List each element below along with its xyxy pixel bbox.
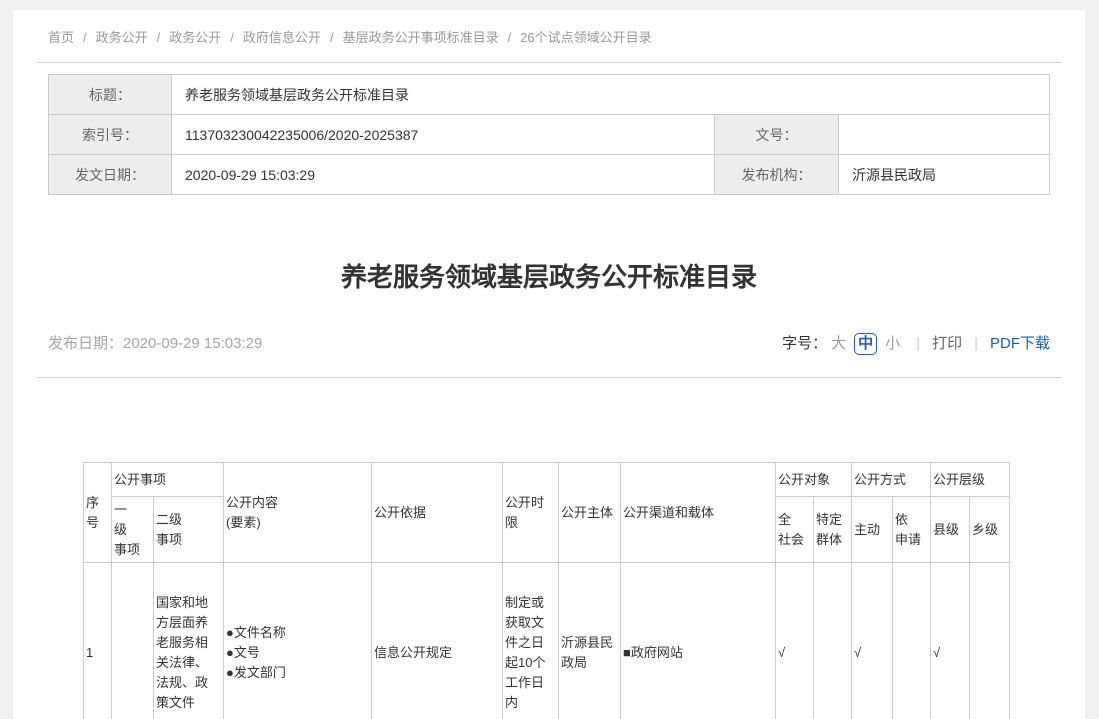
breadcrumb: 首页 / 政务公开 / 政务公开 / 政府信息公开 / 基层政务公开事项标准目录 / 26个试点领域… [48,28,1050,48]
publish-toolbar-row: 发布日期：2020-09-29 15:03:29 字号： 大 中 小 | 打印 … [48,332,1050,356]
header-level1: 一 级 事项 [112,497,154,563]
print-button[interactable]: 打印 [932,332,962,356]
cell-level-town-check [970,563,1010,719]
cell-level2: 国家和地 方层面养 老服务相 关法律、 法规、政 策文件 [154,563,224,719]
font-size-medium-button[interactable]: 中 [854,333,877,355]
header-target-all: 全 社会 [776,497,814,563]
header-subject: 公开主体 [559,463,621,563]
header-seq: 序 号 [84,463,112,563]
publish-date-label: 发布日期： [48,335,123,352]
document-meta-table: 标题： 养老服务领域基层政务公开标准目录 索引号： 11370323004223… [48,74,1050,195]
catalog-data-row: 1 国家和地 方层面养 老服务相 关法律、 法规、政 策文件 ●文件名称 ●文号… [84,563,1010,719]
header-time-limit: 公开时 限 [503,463,559,563]
breadcrumb-separator: / [508,30,512,45]
meta-row-date: 发文日期： 2020-09-29 15:03:29 发布机构： 沂源县民政局 [49,155,1050,195]
publish-date-value: 2020-09-29 15:03:29 [123,335,262,352]
header-basis: 公开依据 [372,463,503,563]
header-method-group: 公开方式 [852,463,931,497]
page-title: 养老服务领域基层政务公开标准目录 [48,259,1050,295]
meta-index-label: 索引号： [49,115,172,155]
header-content: 公开内容 (要素) [224,463,372,563]
cell-basis: 信息公开规定 [372,563,503,719]
toolbar-divider: | [974,332,978,356]
cell-time-limit: 制定或 获取文 件之日 起10个 工作日 内 [503,563,559,719]
header-level-group: 公开层级 [931,463,1010,497]
cell-target-specific-check [814,563,852,719]
pdf-download-link[interactable]: PDF下载 [990,332,1050,356]
cell-subject: 沂源县民 政局 [559,563,621,719]
meta-issue-date-label: 发文日期： [49,155,172,195]
cell-target-all-check: √ [776,563,814,719]
meta-index-value: 113703230042235006/2020-2025387 [172,115,715,155]
breadcrumb-zhengwu-1[interactable]: 政务公开 [96,30,148,45]
content-card: 首页 / 政务公开 / 政务公开 / 政府信息公开 / 基层政务公开事项标准目录 / 26个试点领域… [13,10,1085,719]
header-method-request: 依 申请 [893,497,931,563]
cell-method-request-check [893,563,931,719]
meta-publisher-value: 沂源县民政局 [838,155,1049,195]
meta-issue-date-value: 2020-09-29 15:03:29 [172,155,715,195]
header-channel: 公开渠道和载体 [621,463,776,563]
meta-docno-label: 文号： [714,115,838,155]
font-size-large-button[interactable]: 大 [831,332,846,356]
publish-date: 发布日期：2020-09-29 15:03:29 [48,332,262,356]
header-level-county: 县级 [931,497,970,563]
cell-seq: 1 [84,563,112,719]
breadcrumb-divider [37,62,1061,63]
header-method-active: 主动 [852,497,893,563]
header-matter-group: 公开事项 [112,463,224,497]
breadcrumb-separator: / [157,30,161,45]
cell-method-active-check: √ [852,563,893,719]
disclosure-catalog-table: 序 号 公开事项 公开内容 (要素) 公开依据 公开时 限 公开主体 公开渠道和… [83,462,1010,719]
toolbar-divider: | [916,332,920,356]
meta-row-index: 索引号： 113703230042235006/2020-2025387 文号： [49,115,1050,155]
breadcrumb-separator: / [230,30,234,45]
header-level-town: 乡级 [970,497,1010,563]
breadcrumb-separator: / [330,30,334,45]
meta-title-value: 养老服务领域基层政务公开标准目录 [172,75,1050,115]
header-level2: 二级 事项 [154,497,224,563]
cell-channel: ■政府网站 [621,563,776,719]
meta-title-label: 标题： [49,75,172,115]
meta-row-title: 标题： 养老服务领域基层政务公开标准目录 [49,75,1050,115]
font-size-small-button[interactable]: 小 [885,332,900,356]
catalog-header-row-1: 序 号 公开事项 公开内容 (要素) 公开依据 公开时 限 公开主体 公开渠道和… [84,463,1010,497]
breadcrumb-pilot-catalog[interactable]: 26个试点领域公开目录 [520,30,651,45]
article-toolbar: 字号： 大 中 小 | 打印 | PDF下载 [782,332,1050,356]
cell-level1 [112,563,154,719]
cell-level-county-check: √ [931,563,970,719]
header-target-specific: 特定 群体 [814,497,852,563]
breadcrumb-zhengwu-2[interactable]: 政务公开 [169,30,221,45]
breadcrumb-gov-info[interactable]: 政府信息公开 [243,30,321,45]
cell-content: ●文件名称 ●文号 ●发文部门 [224,563,372,719]
font-size-label: 字号： [782,332,827,356]
header-target-group: 公开对象 [776,463,852,497]
breadcrumb-separator: / [83,30,87,45]
breadcrumb-home[interactable]: 首页 [48,30,74,45]
title-divider [37,377,1061,378]
breadcrumb-standard-catalog[interactable]: 基层政务公开事项标准目录 [343,30,499,45]
meta-publisher-label: 发布机构： [714,155,838,195]
meta-docno-value [838,115,1049,155]
